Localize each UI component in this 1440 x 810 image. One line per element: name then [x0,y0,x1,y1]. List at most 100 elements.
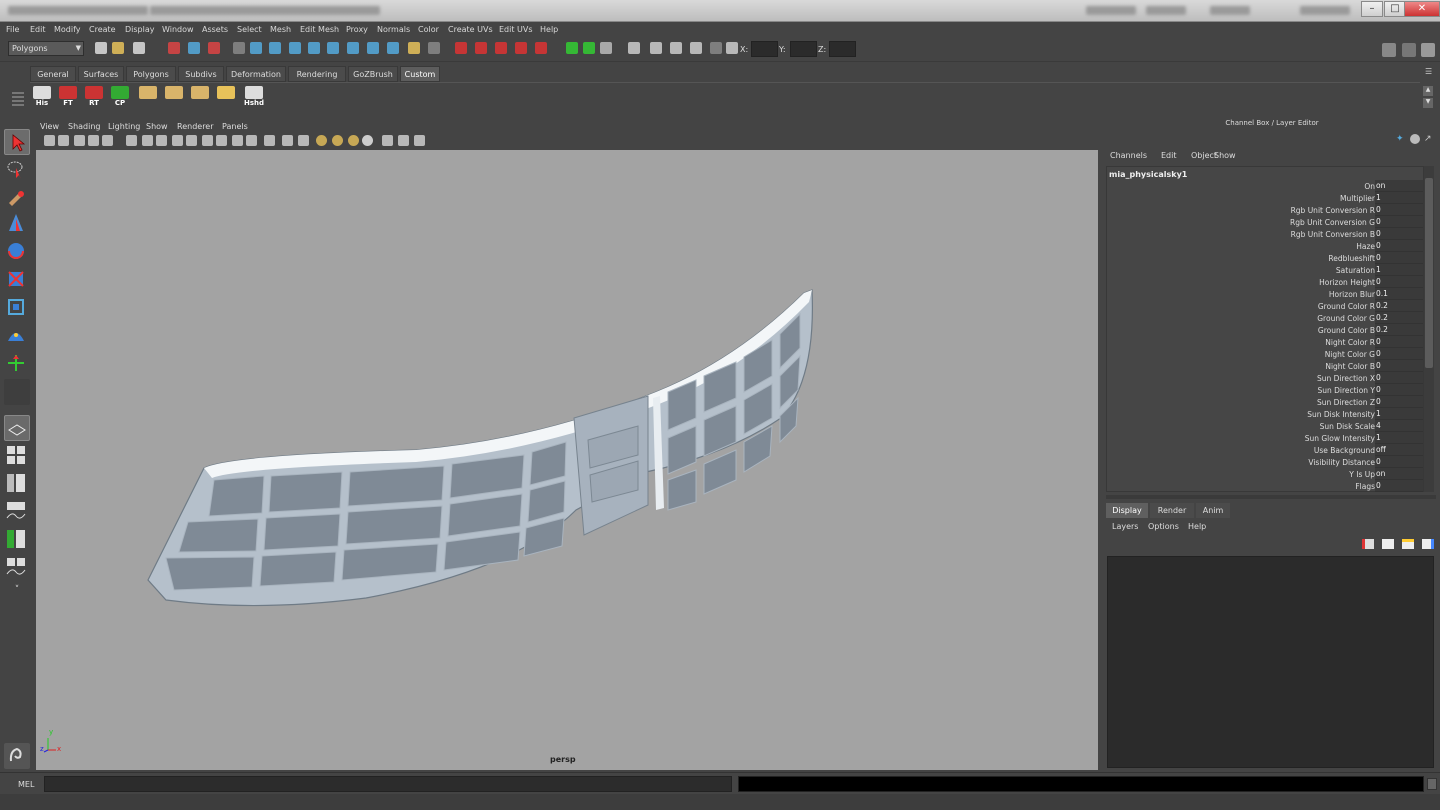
new-layer-icon[interactable] [1382,539,1394,549]
layer-tab-anim[interactable]: Anim [1196,503,1230,518]
layer-tab-render[interactable]: Render [1150,503,1194,518]
menu-file[interactable]: File [6,25,19,34]
attribute-value-field[interactable]: 1 [1375,264,1423,276]
shelf-button-his[interactable]: His [32,86,52,110]
attribute-row[interactable]: On on [1107,180,1423,192]
attribute-value-field[interactable]: on [1375,180,1423,192]
layout-menu-chevron-icon[interactable]: ˅ [4,585,30,603]
frame-all-icon[interactable] [414,135,425,146]
hypershade-icon[interactable] [515,42,527,54]
attribute-row[interactable]: Sun Disk Scale 4 [1107,420,1423,432]
attribute-row[interactable]: Multiplier 1 [1107,192,1423,204]
script-editor-icon[interactable] [4,743,30,769]
default-lighting-icon[interactable] [264,135,275,146]
attribute-value-field[interactable]: on [1375,468,1423,480]
move-layer-up-icon[interactable] [1402,539,1414,549]
rotate-tool-icon[interactable] [4,239,30,265]
attribute-row[interactable]: Ground Color B 0.2 [1107,324,1423,336]
attribute-row[interactable]: Visibility Distance 0 [1107,456,1423,468]
render-current-frame-icon[interactable] [455,42,467,54]
shelf-menu-icon[interactable]: ☰ [1425,67,1435,77]
tool-settings-toggle-icon[interactable] [1421,43,1435,57]
hypershade-layout-icon[interactable] [4,527,30,553]
channel-box-menu-show[interactable]: Show [1214,151,1236,160]
high-quality-icon[interactable] [332,135,343,146]
manipulator-icon[interactable]: ✦ [1396,134,1406,144]
y-field[interactable] [790,41,817,57]
snap-view-plane-icon[interactable] [308,42,320,54]
script-editor-button[interactable] [1427,778,1437,790]
xray-chevron-icon[interactable] [710,42,722,54]
menu-edit-mesh[interactable]: Edit Mesh [300,25,339,34]
shelf-handle[interactable] [8,66,28,110]
grid-toggle-icon[interactable] [126,135,137,146]
attribute-row[interactable]: Horizon Height 0 [1107,276,1423,288]
attribute-value-field[interactable]: 0 [1375,336,1423,348]
x-field[interactable] [751,41,778,57]
shelf-button-cp[interactable]: CP [110,86,130,110]
select-by-object-icon[interactable] [188,42,200,54]
attribute-row[interactable]: Haze 0 [1107,240,1423,252]
command-language-label[interactable]: MEL [18,780,34,789]
shelf-tab-general[interactable]: General [30,66,76,82]
construction-history-icon[interactable] [408,42,420,54]
layer-tab-display[interactable]: Display [1106,503,1148,518]
save-scene-icon[interactable] [133,42,145,54]
select-by-component-icon[interactable] [208,42,220,54]
menu-edit[interactable]: Edit [30,25,46,34]
shelf-button-rt[interactable]: RT [84,86,104,110]
graph-editor-layout-icon[interactable] [4,555,30,581]
menu-normals[interactable]: Normals [377,25,410,34]
field-chart-icon[interactable] [186,135,197,146]
wireframe-icon[interactable] [670,42,682,54]
menu-edit-uvs[interactable]: Edit UVs [499,25,533,34]
attribute-value-field[interactable]: 0 [1375,252,1423,264]
attribute-value-field[interactable]: 0 [1375,384,1423,396]
scrollbar-thumb[interactable] [1425,178,1433,368]
channel-box-scrollbar[interactable] [1424,166,1434,492]
attribute-value-field[interactable]: off [1375,444,1423,456]
channel-box-menu-edit[interactable]: Edit [1161,151,1177,160]
panel-splitter[interactable] [1106,495,1436,499]
film-gate-icon[interactable] [142,135,153,146]
four-pane-layout-icon[interactable] [4,443,30,469]
snap-live-icon[interactable] [327,42,339,54]
attribute-value-field[interactable]: 1 [1375,408,1423,420]
menu-set-selector[interactable]: Polygons ▼ [8,41,84,56]
attribute-row[interactable]: Sun Disk Intensity 1 [1107,408,1423,420]
attribute-row[interactable]: Rgb Unit Conversion G0 [1107,216,1423,228]
speed-icon[interactable] [1410,134,1420,144]
attribute-row[interactable]: Ground Color R 0.2 [1107,300,1423,312]
attribute-value-field[interactable]: 0 [1375,228,1423,240]
snapshot-icon[interactable] [628,42,640,54]
history-input-icon[interactable] [367,42,379,54]
select-tool-icon[interactable] [4,129,30,155]
scale-tool-icon[interactable] [4,267,30,293]
menu-color[interactable]: Color [418,25,439,34]
make-live-icon[interactable] [347,42,359,54]
attribute-value-field[interactable]: 0 [1375,396,1423,408]
viewport-menu-panels[interactable]: Panels [222,122,248,131]
viewport-menu-view[interactable]: View [40,122,59,131]
zoom-icon[interactable] [398,135,409,146]
menu-help[interactable]: Help [540,25,558,34]
render-settings-icon[interactable] [495,42,507,54]
soft-modification-tool-icon[interactable] [4,323,30,349]
safe-action-icon[interactable] [202,135,213,146]
shelf-button-tool-5[interactable] [164,86,184,110]
attribute-value-field[interactable]: 4 [1375,420,1423,432]
shelf-button-ft[interactable]: FT [58,86,78,110]
attribute-value-field[interactable]: 0 [1375,360,1423,372]
attribute-value-field[interactable]: 0 [1375,348,1423,360]
safe-title-icon[interactable] [216,135,227,146]
textured-icon[interactable] [282,135,293,146]
menu-display[interactable]: Display [125,25,155,34]
last-tool-slot[interactable] [4,379,30,405]
attribute-row[interactable]: Night Color B0 [1107,360,1423,372]
attribute-value-field[interactable]: 1 [1375,432,1423,444]
new-layer-selected-icon[interactable] [1362,539,1374,549]
menu-mesh[interactable]: Mesh [270,25,291,34]
shelf-tab-rendering[interactable]: Rendering [288,66,346,82]
menu-create[interactable]: Create [89,25,116,34]
minimize-button[interactable]: – [1361,1,1383,17]
